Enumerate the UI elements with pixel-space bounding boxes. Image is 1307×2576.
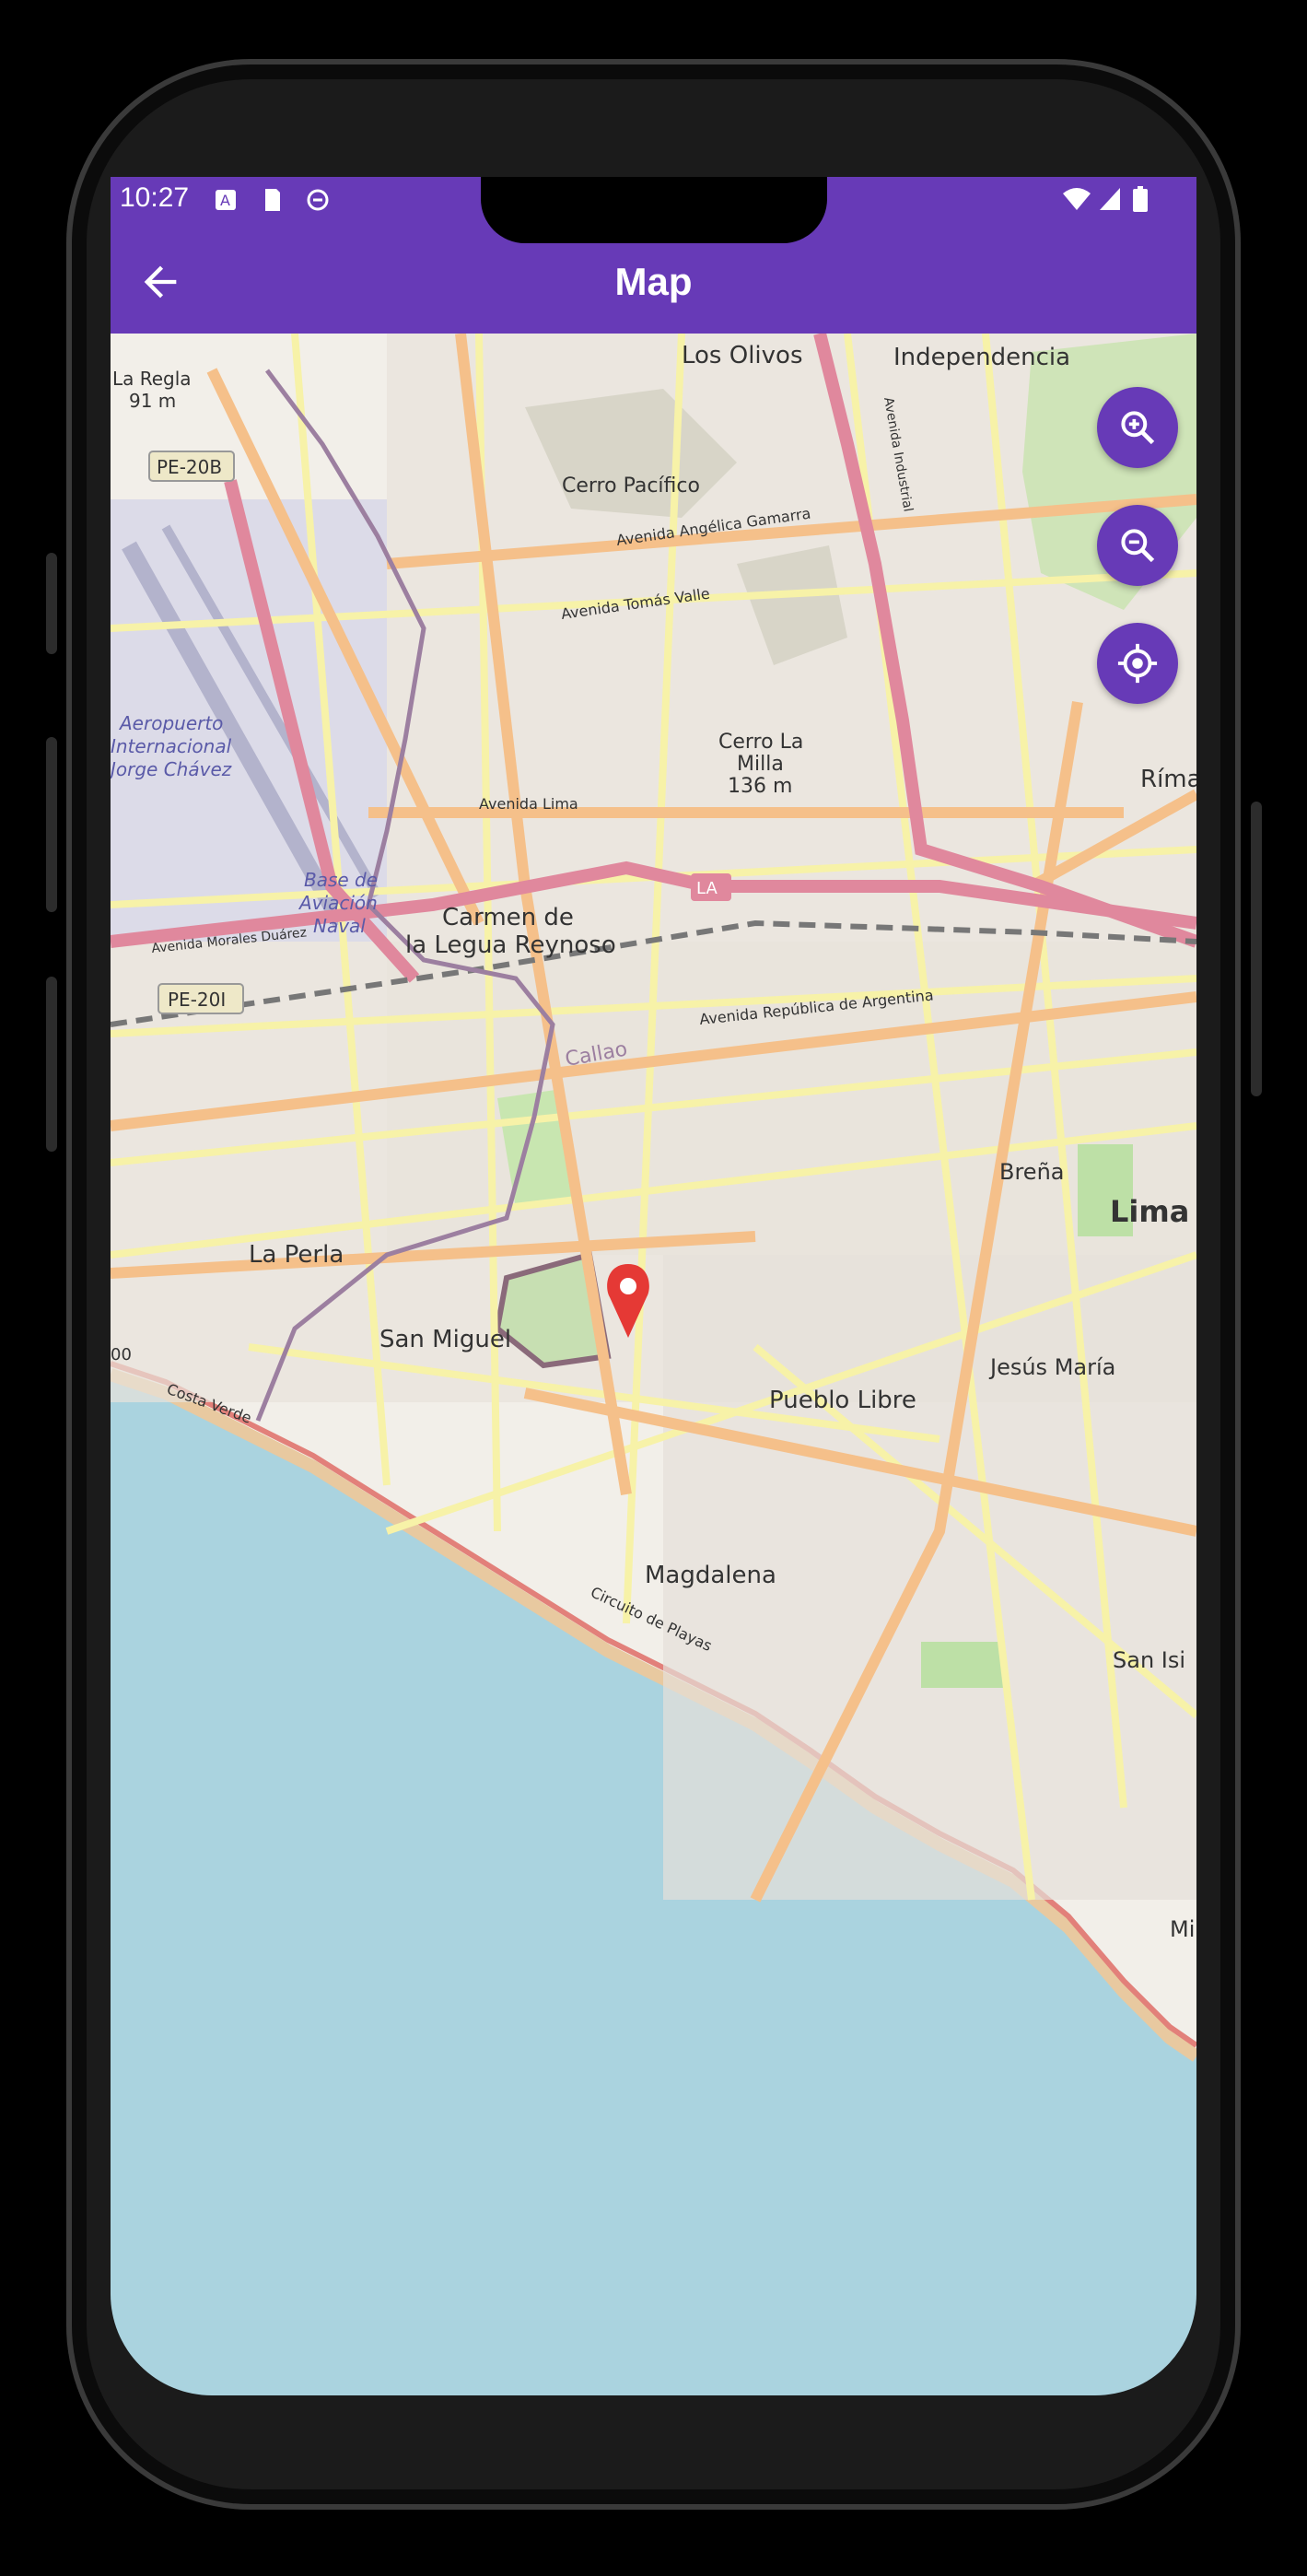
map-label: San Isi: [1113, 1647, 1185, 1673]
map-label: Los Olivos: [682, 342, 803, 369]
map-label: Naval: [313, 915, 366, 937]
map-label: PE-20B: [157, 456, 222, 478]
signal-icon: [1100, 188, 1120, 210]
phone-side-button: [46, 737, 57, 912]
map-label: LA: [696, 879, 718, 898]
map-label: San Miguel: [379, 1326, 511, 1353]
zoom-in-button[interactable]: [1097, 387, 1178, 468]
map-label: Base de: [304, 869, 378, 891]
camera-notch: [481, 177, 827, 243]
zoom-in-icon: [1121, 411, 1155, 445]
map-label: Cerro Pacífico: [562, 474, 700, 498]
map-label: Lima: [1110, 1194, 1189, 1229]
map-label: la Legua Reynoso: [405, 931, 616, 959]
sim-card-icon: [265, 189, 280, 211]
map-label: PE-20I: [168, 989, 226, 1011]
map-label: Magdalena: [645, 1562, 776, 1589]
map-label: Aviación: [298, 892, 378, 914]
app-notification-icon: [307, 189, 329, 211]
phone-side-button: [1251, 802, 1262, 1096]
map-label: Cerro La: [718, 731, 803, 754]
map-label: Breña: [999, 1159, 1065, 1185]
map-label: La Regla: [112, 368, 192, 390]
map-label: Carmen de: [442, 904, 574, 931]
notification-a-icon: A: [216, 190, 236, 210]
map-view[interactable]: Los Olivos Independencia La Regla 91 m P…: [111, 334, 1196, 2395]
map-label: Internacional: [111, 735, 232, 757]
map-label: Independencia: [893, 344, 1070, 371]
svg-text:A: A: [220, 192, 230, 209]
map-label: 00: [111, 1345, 132, 1364]
map-label: Milla: [737, 753, 784, 776]
status-time: 10:27: [120, 182, 190, 213]
map-label: Rímac: [1140, 766, 1196, 793]
park-area: [921, 1642, 1004, 1688]
map-label: Jorge Chávez: [111, 758, 232, 780]
phone-side-button: [46, 553, 57, 654]
wifi-icon: [1063, 188, 1091, 210]
my-location-icon: [1117, 643, 1158, 684]
map-label: Aeropuerto: [118, 712, 223, 734]
app-bar: Map: [111, 230, 1196, 334]
map-label: 91 m: [129, 390, 176, 412]
phone-side-button: [46, 977, 57, 1152]
map-label: Mi: [1170, 1916, 1195, 1942]
zoom-out-icon: [1121, 529, 1155, 563]
map-label: Pueblo Libre: [769, 1387, 916, 1414]
map-label: La Perla: [249, 1241, 344, 1269]
my-location-button[interactable]: [1097, 623, 1178, 704]
screen: Los Olivos Independencia La Regla 91 m P…: [111, 177, 1196, 2395]
page-title: Map: [614, 260, 693, 303]
map-label: 136 m: [728, 775, 792, 798]
map-label: Avenida Lima: [479, 795, 578, 813]
battery-icon: [1133, 186, 1148, 212]
map-label: Jesús María: [988, 1354, 1115, 1380]
zoom-out-button[interactable]: [1097, 505, 1178, 586]
